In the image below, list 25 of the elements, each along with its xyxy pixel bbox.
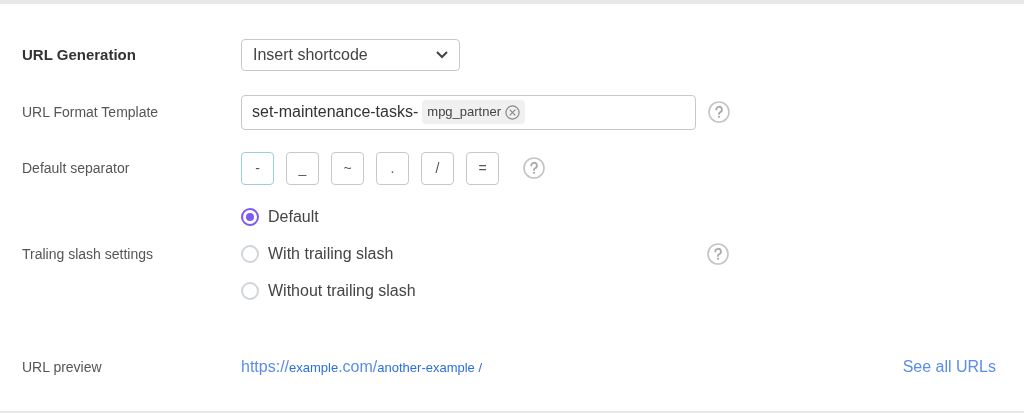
- separator-option[interactable]: /: [421, 151, 454, 185]
- help-icon[interactable]: [707, 243, 729, 265]
- radio-button[interactable]: [241, 208, 259, 226]
- separator-option[interactable]: ~: [331, 151, 364, 185]
- separator-option[interactable]: _: [286, 151, 319, 185]
- radio-label: With trailing slash: [268, 244, 394, 264]
- help-icon[interactable]: [523, 157, 545, 179]
- field-label: Default separator: [22, 158, 131, 178]
- help-icon[interactable]: [708, 101, 730, 123]
- tag-chip[interactable]: mpg_partner: [422, 100, 525, 124]
- template-field[interactable]: set-maintenance-tasks- mpg_partner: [241, 94, 696, 130]
- separator-option[interactable]: -: [241, 151, 274, 185]
- chevron-down-icon: [436, 51, 448, 59]
- radio-label: Default: [268, 207, 319, 227]
- separator-option[interactable]: .: [376, 151, 409, 185]
- field-label: URL Format Template: [22, 102, 160, 122]
- separator-option[interactable]: =: [466, 151, 499, 185]
- template-text: set-maintenance-tasks-: [252, 102, 419, 122]
- field-label: Traling slash settings: [22, 244, 154, 264]
- field-label: URL Generation: [22, 44, 137, 65]
- preview-url: https://example.com/another-example /: [241, 357, 483, 377]
- remove-icon[interactable]: [505, 104, 520, 120]
- radio-label: Without trailing slash: [268, 281, 416, 301]
- shortcode-dropdown[interactable]: Insert shortcode: [241, 39, 460, 71]
- field-label: URL preview: [22, 357, 103, 377]
